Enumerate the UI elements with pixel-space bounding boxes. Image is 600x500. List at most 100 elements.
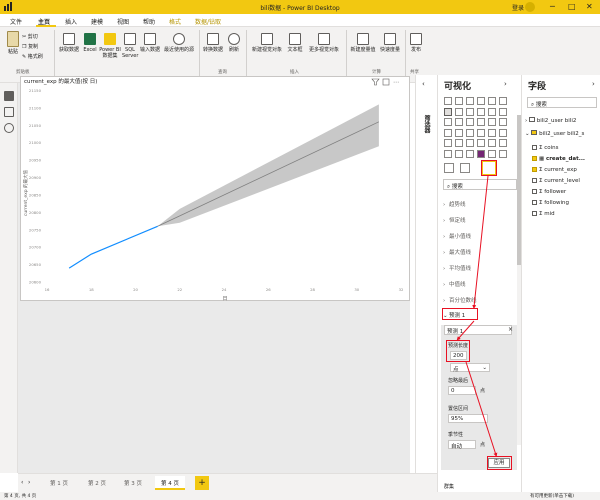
menu-help[interactable]: 帮助 [143,17,155,26]
login-link[interactable]: 登录 [512,3,524,12]
table-name: bili2_user bili2_s [539,131,585,137]
y-tick-label: 20900 [29,175,42,180]
visual-header-icons: ⋯ [371,78,399,86]
textbox-button[interactable]: 文本框 [286,33,304,53]
table-name: bili2_user bili2 [536,118,577,124]
close-icon[interactable]: ✕ [586,2,593,12]
more-visuals-button[interactable]: 更多视觉对象 [305,33,343,53]
user-avatar-icon[interactable] [525,2,535,12]
collapse-fields-icon[interactable]: › [592,80,595,88]
transform-data-button[interactable]: 转换数据 [202,33,224,53]
field-name: create_dat... [545,156,586,162]
format-painter-button[interactable]: ✎ 格式刷 [22,54,43,60]
maximize-icon[interactable]: □ [568,2,576,12]
y-ticks: 20600 20650 20700 20750 20800 20850 20900 20950… [29,88,42,285]
tab-page-1[interactable]: 第 1 页 [44,476,74,490]
table-icon [144,33,156,45]
table-icon [531,130,538,135]
report-view-icon[interactable] [4,91,14,101]
cut-label: 剪切 [27,34,38,40]
clock-icon [173,33,185,45]
new-visual-button[interactable]: 新建视觉对象 [250,33,284,53]
y-tick-label: 20700 [29,245,42,250]
focus-mode-icon[interactable] [382,78,390,86]
pbi-dataset-button[interactable]: Power BI 数据集 [99,33,121,59]
quick-measure-button[interactable]: 快速度量 [378,33,402,53]
x-tick-label: 28 [310,287,315,292]
filters-pane-collapsed[interactable]: ‹ 筛选器 [415,75,437,473]
field-name: current_exp [544,167,577,173]
copy-button[interactable]: ❐ 复制 [22,44,38,50]
field-checkbox[interactable] [532,145,537,150]
pbi-dataset-label: Power BI 数据集 [99,47,121,59]
field-item[interactable]: Σ following [532,200,569,206]
line-chart-visual[interactable]: current_exp 的最大值(按 日) ⋯ current_exp 的最大值… [20,76,410,302]
more-options-icon[interactable]: ⋯ [393,79,399,86]
paste-button[interactable]: 粘贴 [4,31,22,55]
new-visual-label: 新建视觉对象 [251,47,282,53]
tab-page-4[interactable]: 第 4 页 [155,476,185,490]
publish-button[interactable]: 发布 [408,33,424,53]
excel-button[interactable]: Excel [82,33,98,53]
textbox-icon [289,33,301,45]
x-ticks: 16 18 20 22 24 26 28 30 32 [45,287,404,292]
minimize-icon[interactable]: ─ [550,2,555,12]
tab-page-2[interactable]: 第 2 页 [82,476,112,490]
menu-format[interactable]: 格式 [169,17,181,26]
ribbon-separator [346,30,347,76]
tab-page-3[interactable]: 第 3 页 [118,476,148,490]
ribbon-separator [199,30,200,76]
field-item[interactable]: Σ current_exp [532,167,577,173]
filter-icon[interactable] [371,78,380,86]
y-tick-label: 21100 [29,105,42,110]
fields-search-placeholder: 搜索 [535,102,547,108]
sql-server-button[interactable]: SQL Server [122,33,138,59]
y-tick-label: 20950 [29,158,42,163]
table-item[interactable]: › bili2_user bili2 [525,117,576,124]
field-checkbox[interactable] [532,189,537,194]
get-data-button[interactable]: 获取数据 [58,33,80,53]
menu-view[interactable]: 视图 [117,17,129,26]
page-tabs: ‹ › 第 1 页 第 2 页 第 3 页 第 4 页 + [18,473,437,492]
field-checkbox[interactable] [532,156,537,161]
x-tick-label: 20 [133,287,138,292]
fields-search-input[interactable]: ⌕ 搜索 [527,97,597,108]
tabs-next-icon[interactable]: › [28,479,30,486]
recent-sources-label: 最近使用的源 [163,47,194,53]
field-item[interactable]: Σ follower [532,189,566,195]
scissors-icon: ✂ [22,34,27,40]
field-checkbox[interactable] [532,167,537,172]
field-item[interactable]: ▦ create_dat... [532,156,585,162]
data-view-icon[interactable] [4,107,14,117]
fields-pane: 字段 › ⌕ 搜索 › bili2_user bili2 ⌄ bili2_use… [521,75,600,495]
expand-filters-icon[interactable]: ‹ [422,80,425,88]
model-view-icon[interactable] [4,123,14,133]
enter-data-button[interactable]: 输入数据 [139,33,161,53]
chart-icon [261,33,273,45]
y-tick-label: 21000 [29,140,42,145]
menu-file[interactable]: 文件 [10,17,22,26]
tabs-prev-icon[interactable]: ‹ [21,479,23,486]
field-item[interactable]: Σ current_level [532,178,580,184]
add-page-button[interactable]: + [195,476,209,490]
update-link[interactable]: 有可用更新(单击下载) [530,493,574,499]
field-checkbox[interactable] [532,200,537,205]
field-checkbox[interactable] [532,178,537,183]
paste-icon [7,31,19,47]
new-measure-button[interactable]: 新建度量值 [349,33,377,53]
field-checkbox[interactable] [532,211,537,216]
refresh-button[interactable]: 刷新 [226,33,242,53]
recent-sources-button[interactable]: 最近使用的源 [162,33,196,53]
menu-insert[interactable]: 插入 [65,17,77,26]
x-tick-label: 22 [177,287,182,292]
chevron-right-icon: › [525,118,528,124]
field-name: mid [544,211,555,217]
quick-measure-icon [384,33,396,45]
table-item[interactable]: ⌄ bili2_user bili2_s [525,130,584,137]
field-item[interactable]: Σ coins [532,145,559,151]
enter-data-label: 输入数据 [139,47,160,53]
menu-modeling[interactable]: 建模 [91,17,103,26]
cut-button[interactable]: ✂ 剪切 [22,34,38,40]
field-item[interactable]: Σ mid [532,211,555,217]
menu-data-drill[interactable]: 数据/钻取 [195,17,221,26]
